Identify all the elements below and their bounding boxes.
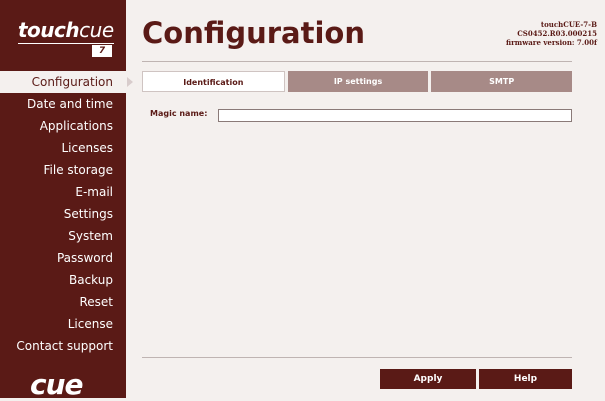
device-serial: CS0452.R03.000215	[517, 29, 597, 38]
sidebar-item-backup[interactable]: Backup	[0, 269, 126, 291]
page-title: Configuration	[142, 16, 365, 50]
sidebar-item-date-and-time[interactable]: Date and time	[0, 93, 126, 115]
tab-ip-settings[interactable]: IP settings	[287, 71, 429, 92]
cue-logo: cue	[30, 368, 84, 401]
magic-name-input[interactable]	[218, 109, 572, 122]
device-info: touchCUE-7-B CS0452.R03.000215 firmware …	[506, 20, 597, 47]
sidebar-item-system[interactable]: System	[0, 225, 126, 247]
sidebar-item-license[interactable]: License	[0, 313, 126, 335]
apply-button[interactable]: Apply	[380, 369, 476, 389]
footer-divider	[142, 357, 572, 358]
sidebar-item-contact-support[interactable]: Contact support	[0, 335, 126, 357]
sidebar-item-applications[interactable]: Applications	[0, 115, 126, 137]
sidebar-item-password[interactable]: Password	[0, 247, 126, 269]
sidebar-item-email[interactable]: E-mail	[0, 181, 126, 203]
logo-badge: 7	[92, 45, 112, 57]
sidebar-nav: Configuration Date and time Applications…	[0, 71, 126, 357]
touchcue-logo: touchcue 7	[0, 0, 126, 62]
tab-identification[interactable]: Identification	[142, 71, 285, 92]
logo-underline	[18, 43, 114, 44]
sidebar-item-file-storage[interactable]: File storage	[0, 159, 126, 181]
logo-text-light: cue	[79, 18, 114, 42]
firmware-version: firmware version: 7.00f	[506, 38, 597, 47]
help-button[interactable]: Help	[479, 369, 572, 389]
logo-wordmark: touchcue	[18, 18, 114, 42]
sidebar-item-reset[interactable]: Reset	[0, 291, 126, 313]
sidebar-item-configuration[interactable]: Configuration	[0, 71, 126, 93]
logo-text-bold: touch	[18, 18, 80, 42]
sidebar-item-licenses[interactable]: Licenses	[0, 137, 126, 159]
tab-smtp[interactable]: SMTP	[431, 71, 573, 92]
tab-bar: Identification IP settings SMTP	[142, 71, 573, 92]
active-item-arrow-icon	[127, 77, 133, 87]
device-model: touchCUE-7-B	[540, 20, 597, 29]
sidebar: touchcue 7 Configuration Date and time A…	[0, 0, 126, 401]
title-divider	[142, 61, 572, 62]
magic-name-label: Magic name:	[150, 109, 208, 118]
sidebar-item-settings[interactable]: Settings	[0, 203, 126, 225]
